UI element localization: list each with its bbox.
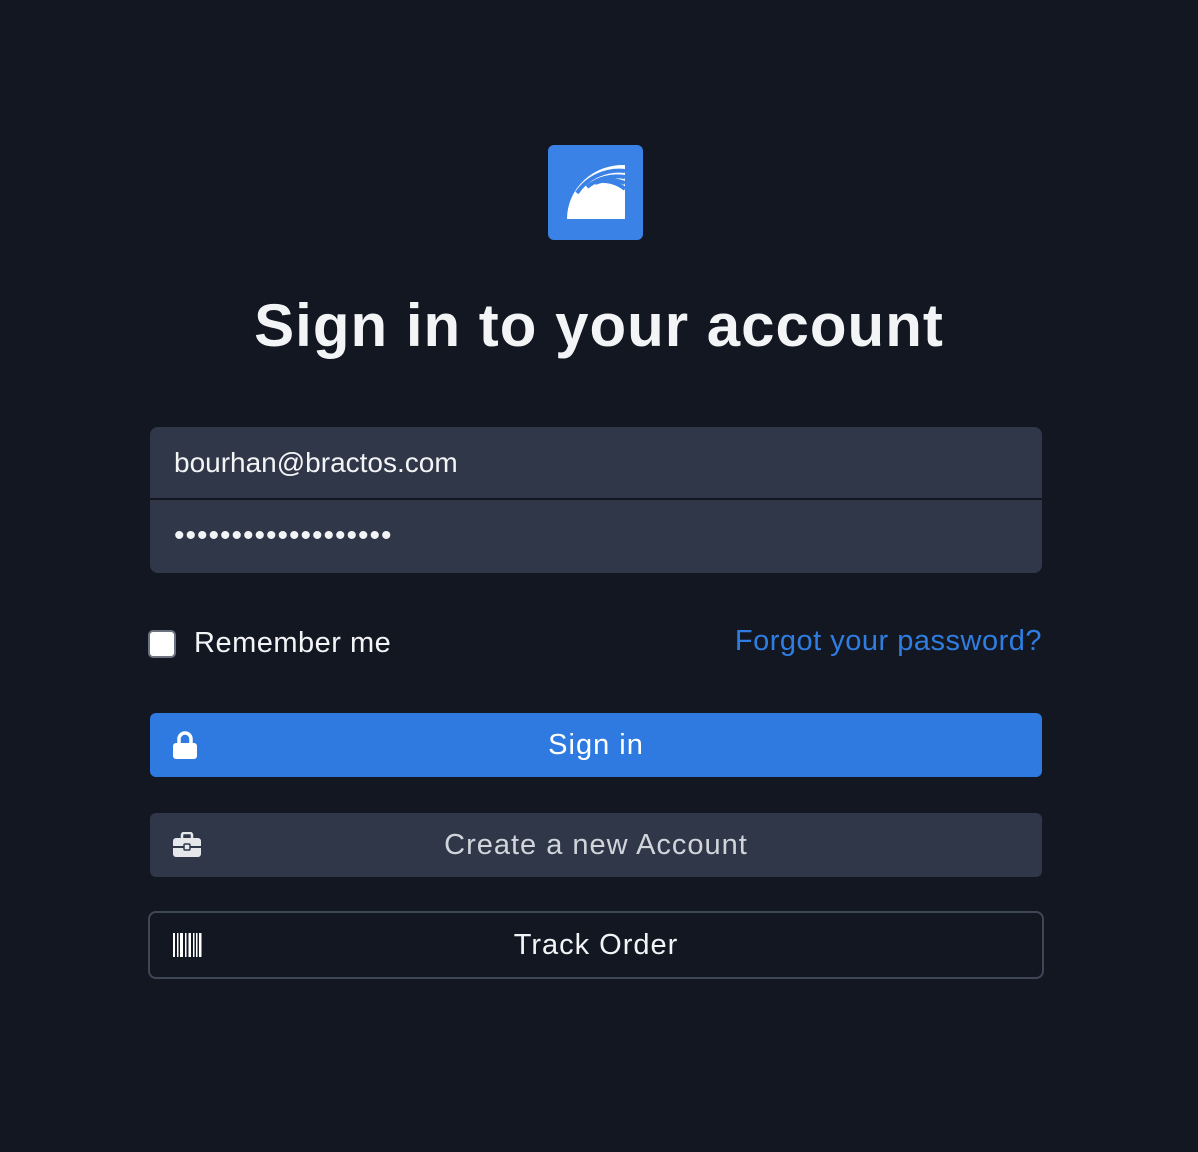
email-field[interactable] xyxy=(150,427,1042,500)
remember-me-checkbox[interactable] xyxy=(148,629,176,658)
create-account-label: Create a new Account xyxy=(444,828,748,861)
sign-in-label: Sign in xyxy=(548,728,644,761)
rainbow-arc-icon xyxy=(566,164,626,219)
forgot-password-link[interactable]: Forgot your password? xyxy=(735,625,1042,658)
app-logo xyxy=(548,145,643,240)
create-account-button[interactable]: Create a new Account xyxy=(150,813,1042,877)
track-order-button[interactable]: Track Order xyxy=(148,911,1044,979)
briefcase-icon xyxy=(172,832,202,858)
remember-me-label[interactable]: Remember me xyxy=(194,627,391,660)
track-order-label: Track Order xyxy=(513,928,679,961)
credentials-group xyxy=(150,427,1042,573)
lock-icon xyxy=(172,731,198,759)
remember-me-row: Remember me xyxy=(148,627,391,660)
password-field[interactable] xyxy=(150,500,1042,572)
barcode-icon xyxy=(172,932,202,958)
page-title: Sign in to your account xyxy=(254,292,944,359)
sign-in-button[interactable]: Sign in xyxy=(150,713,1042,777)
